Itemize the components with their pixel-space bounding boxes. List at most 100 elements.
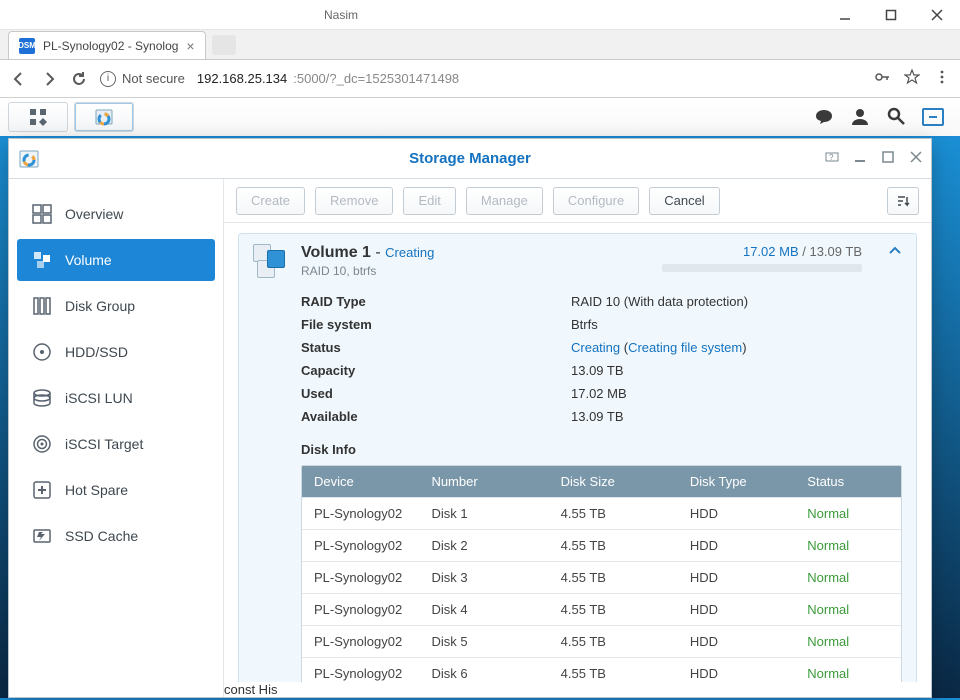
window-help-icon[interactable]: ? bbox=[825, 150, 839, 167]
cell-size: 4.55 TB bbox=[549, 530, 678, 561]
create-button[interactable]: Create bbox=[236, 187, 305, 215]
sidebar-item-label: iSCSI Target bbox=[65, 436, 143, 452]
kv-key: Status bbox=[301, 340, 571, 355]
cell-type: HDD bbox=[678, 658, 795, 682]
volume-usage-bar bbox=[662, 264, 862, 272]
cell-status: Normal bbox=[795, 594, 901, 625]
main-pane: Create Remove Edit Manage Configure Canc… bbox=[224, 179, 931, 697]
sidebar-item-label: Hot Spare bbox=[65, 482, 128, 498]
cell-status: Normal bbox=[795, 530, 901, 561]
url-input[interactable]: 192.168.25.134:5000/?_dc=1525301471498 bbox=[197, 71, 862, 86]
os-titlebar: Nasim bbox=[0, 0, 960, 30]
password-key-icon[interactable] bbox=[874, 69, 890, 88]
dsm-taskbar bbox=[0, 98, 960, 138]
table-row[interactable]: PL-Synology02Disk 64.55 TBHDDNormal bbox=[302, 657, 901, 682]
bookmark-star-icon[interactable] bbox=[904, 69, 920, 88]
sidebar-item-label: SSD Cache bbox=[65, 528, 138, 544]
window-titlebar[interactable]: Storage Manager ? bbox=[9, 139, 931, 179]
nav-reload-button[interactable] bbox=[70, 70, 88, 88]
dsm-main-menu-button[interactable] bbox=[8, 102, 68, 132]
volume-card: Volume 1 - Creating RAID 10, btrfs 17.02… bbox=[238, 233, 917, 682]
kv-value: 13.09 TB bbox=[571, 363, 902, 378]
kv-value: RAID 10 (With data protection) bbox=[571, 294, 902, 309]
browser-tabstrip: DSM PL-Synology02 - Synolog × bbox=[0, 30, 960, 60]
table-row[interactable]: PL-Synology02Disk 24.55 TBHDDNormal bbox=[302, 529, 901, 561]
cancel-button[interactable]: Cancel bbox=[649, 187, 719, 215]
sidebar-item-disk-group[interactable]: Disk Group bbox=[17, 285, 215, 327]
hdd-icon bbox=[31, 341, 53, 363]
table-row[interactable]: PL-Synology02Disk 54.55 TBHDDNormal bbox=[302, 625, 901, 657]
dsm-user-icon[interactable] bbox=[850, 106, 870, 129]
cell-number: Disk 4 bbox=[419, 594, 548, 625]
browser-tab[interactable]: DSM PL-Synology02 - Synolog × bbox=[8, 31, 206, 59]
table-row[interactable]: PL-Synology02Disk 14.55 TBHDDNormal bbox=[302, 497, 901, 529]
storage-manager-window: Storage Manager ? Overview Volume bbox=[8, 138, 932, 698]
table-row[interactable]: PL-Synology02Disk 44.55 TBHDDNormal bbox=[302, 593, 901, 625]
sidebar-item-ssd-cache[interactable]: SSD Cache bbox=[17, 515, 215, 557]
kv-key: Available bbox=[301, 409, 571, 424]
sidebar-item-label: Overview bbox=[65, 206, 123, 222]
kv-value: Creating (Creating file system) bbox=[571, 340, 902, 355]
url-rest: :5000/?_dc=1525301471498 bbox=[293, 71, 459, 86]
cell-status: Normal bbox=[795, 498, 901, 529]
os-minimize-button[interactable] bbox=[822, 0, 868, 29]
security-indicator[interactable]: i Not secure bbox=[100, 71, 185, 87]
sidebar-item-overview[interactable]: Overview bbox=[17, 193, 215, 235]
kv-key: Used bbox=[301, 386, 571, 401]
col-type: Disk Type bbox=[678, 466, 795, 497]
cell-type: HDD bbox=[678, 498, 795, 529]
sidebar-item-volume[interactable]: Volume bbox=[17, 239, 215, 281]
manage-button[interactable]: Manage bbox=[466, 187, 543, 215]
os-maximize-button[interactable] bbox=[868, 0, 914, 29]
cell-device: PL-Synology02 bbox=[302, 562, 419, 593]
new-tab-button[interactable] bbox=[212, 35, 236, 55]
dsm-notifications-icon[interactable] bbox=[814, 106, 834, 129]
os-owner-label: Nasim bbox=[0, 8, 822, 22]
disk-group-icon bbox=[31, 295, 53, 317]
edit-button[interactable]: Edit bbox=[403, 187, 455, 215]
nav-forward-button[interactable] bbox=[40, 70, 58, 88]
sort-button[interactable] bbox=[887, 187, 919, 215]
toolbar: Create Remove Edit Manage Configure Canc… bbox=[224, 179, 931, 223]
cell-size: 4.55 TB bbox=[549, 498, 678, 529]
browser-menu-button[interactable] bbox=[934, 69, 950, 88]
security-label: Not secure bbox=[122, 71, 185, 86]
cell-device: PL-Synology02 bbox=[302, 530, 419, 561]
favicon-icon: DSM bbox=[19, 38, 35, 54]
dsm-storage-manager-task[interactable] bbox=[74, 102, 134, 132]
kv-value: Btrfs bbox=[571, 317, 902, 332]
dsm-search-icon[interactable] bbox=[886, 106, 906, 129]
info-icon: i bbox=[100, 71, 116, 87]
collapse-toggle[interactable] bbox=[888, 244, 902, 261]
sidebar-item-hdd-ssd[interactable]: HDD/SSD bbox=[17, 331, 215, 373]
window-close-button[interactable] bbox=[909, 150, 923, 167]
sidebar-item-hot-spare[interactable]: Hot Spare bbox=[17, 469, 215, 511]
cell-size: 4.55 TB bbox=[549, 594, 678, 625]
sidebar-item-iscsi-target[interactable]: iSCSI Target bbox=[17, 423, 215, 465]
cell-status: Normal bbox=[795, 562, 901, 593]
window-title: Storage Manager bbox=[409, 150, 531, 167]
tab-close-icon[interactable]: × bbox=[186, 38, 194, 54]
dsm-desktop: Storage Manager ? Overview Volume bbox=[0, 138, 960, 700]
dsm-widgets-icon[interactable] bbox=[922, 108, 944, 126]
volume-subtitle: RAID 10, btrfs bbox=[301, 264, 434, 278]
configure-button[interactable]: Configure bbox=[553, 187, 639, 215]
ssd-cache-icon bbox=[31, 525, 53, 547]
remove-button[interactable]: Remove bbox=[315, 187, 393, 215]
table-row[interactable]: PL-Synology02Disk 34.55 TBHDDNormal bbox=[302, 561, 901, 593]
sidebar-item-iscsi-lun[interactable]: iSCSI LUN bbox=[17, 377, 215, 419]
cell-number: Disk 2 bbox=[419, 530, 548, 561]
kv-key: Capacity bbox=[301, 363, 571, 378]
nav-back-button[interactable] bbox=[10, 70, 28, 88]
volume-capacity-summary: 17.02 MB / 13.09 TB bbox=[662, 244, 862, 259]
window-minimize-button[interactable] bbox=[853, 150, 867, 167]
disk-info-heading: Disk Info bbox=[253, 434, 902, 465]
kv-value: 17.02 MB bbox=[571, 386, 902, 401]
content-scroll[interactable]: Volume 1 - Creating RAID 10, btrfs 17.02… bbox=[224, 223, 931, 682]
window-maximize-button[interactable] bbox=[881, 150, 895, 167]
os-close-button[interactable] bbox=[914, 0, 960, 29]
cell-device: PL-Synology02 bbox=[302, 626, 419, 657]
cell-device: PL-Synology02 bbox=[302, 498, 419, 529]
cell-size: 4.55 TB bbox=[549, 562, 678, 593]
apps-icon bbox=[29, 108, 47, 126]
